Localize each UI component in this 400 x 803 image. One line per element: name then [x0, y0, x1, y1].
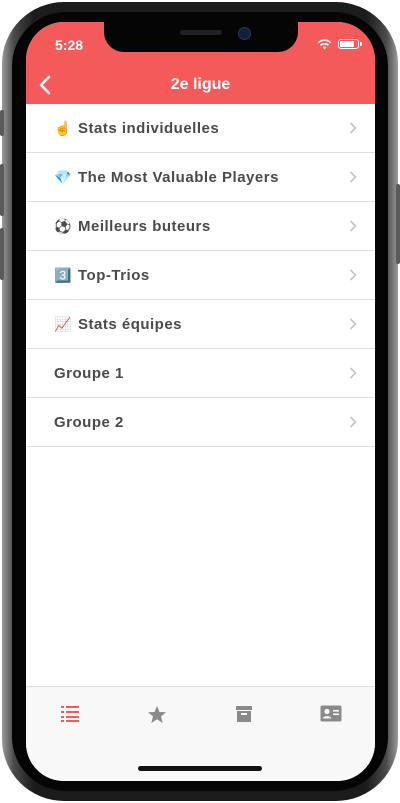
chevron-right-icon — [349, 367, 357, 379]
status-icons — [317, 38, 362, 50]
home-indicator[interactable] — [138, 766, 262, 771]
chevron-right-icon — [349, 171, 357, 183]
tab-archive[interactable] — [224, 705, 264, 731]
menu-item-label: Groupe 1 — [54, 364, 124, 382]
soccer-ball-icon: ⚽ — [54, 217, 72, 234]
chevron-right-icon — [349, 220, 357, 232]
volume-down-button — [0, 228, 4, 280]
menu-item-label: Stats individuelles — [78, 119, 220, 137]
tab-contacts[interactable] — [311, 705, 351, 731]
menu-item-groupe-2[interactable]: Groupe 2 — [26, 398, 375, 447]
list-icon — [61, 706, 79, 722]
chevron-right-icon — [349, 122, 357, 134]
chevron-right-icon — [349, 269, 357, 281]
menu-item-label: Groupe 2 — [54, 413, 124, 431]
menu-item-stats-equipes[interactable]: 📈 Stats équipes — [26, 300, 375, 349]
navigation-bar: 2e ligue — [26, 66, 375, 104]
menu-item-label: Meilleurs buteurs — [78, 217, 211, 235]
status-time: 5:28 — [55, 37, 84, 53]
volume-up-button — [0, 164, 4, 216]
keycap-three-icon: 3️⃣ — [54, 266, 72, 283]
chart-increasing-icon: 📈 — [54, 315, 72, 332]
archive-icon — [236, 706, 252, 722]
menu-item-groupe-1[interactable]: Groupe 1 — [26, 349, 375, 398]
tab-favorites[interactable] — [137, 705, 177, 731]
chevron-right-icon — [349, 318, 357, 330]
wifi-icon — [317, 38, 332, 49]
gem-icon: 💎 — [54, 168, 72, 185]
mute-switch — [0, 110, 4, 136]
screen: 5:28 2e ligue ☝️ Stats individuelles 💎 T… — [26, 22, 375, 781]
pointing-up-icon: ☝️ — [54, 119, 72, 136]
menu-item-meilleurs-buteurs[interactable]: ⚽ Meilleurs buteurs — [26, 202, 375, 251]
menu-list: ☝️ Stats individuelles 💎 The Most Valuab… — [26, 104, 375, 447]
star-icon — [148, 706, 166, 723]
contact-card-icon — [320, 705, 342, 722]
page-title: 2e ligue — [170, 76, 231, 93]
front-camera — [238, 27, 251, 40]
power-button — [396, 184, 400, 264]
speaker-grille — [180, 30, 222, 35]
menu-item-most-valuable-players[interactable]: 💎 The Most Valuable Players — [26, 153, 375, 202]
menu-item-label: The Most Valuable Players — [78, 168, 279, 186]
menu-item-label: Top-Trios — [78, 266, 150, 284]
menu-item-top-trios[interactable]: 3️⃣ Top-Trios — [26, 251, 375, 300]
status-bar: 5:28 — [26, 22, 375, 66]
menu-item-stats-individuelles[interactable]: ☝️ Stats individuelles — [26, 104, 375, 153]
tab-list[interactable] — [50, 705, 90, 731]
notch — [104, 22, 298, 52]
menu-item-label: Stats équipes — [78, 315, 183, 333]
battery-icon — [338, 39, 362, 49]
chevron-right-icon — [349, 416, 357, 428]
